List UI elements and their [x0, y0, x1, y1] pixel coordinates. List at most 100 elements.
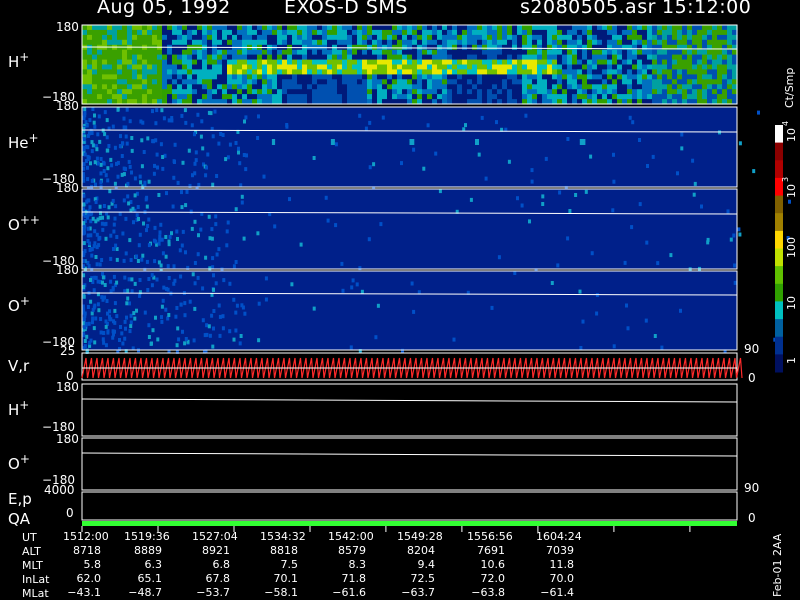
h-cell — [667, 25, 673, 31]
h-cell — [582, 89, 588, 95]
h-cell — [702, 29, 708, 36]
h-cell — [452, 69, 458, 75]
ion-cell — [196, 275, 200, 280]
ion-cell — [122, 116, 126, 121]
h-cell — [522, 54, 528, 61]
h-cell — [637, 64, 643, 70]
ion-cell — [234, 260, 238, 264]
h-cell — [542, 39, 548, 46]
ion-cell — [133, 281, 137, 286]
ephemeris-cell: 1534:32 — [260, 530, 306, 543]
ion-cell — [197, 182, 201, 187]
h-cell — [282, 79, 288, 85]
h-cell — [547, 74, 553, 80]
h-cell — [182, 39, 188, 46]
h-cell — [487, 69, 493, 75]
h-cell — [357, 39, 363, 46]
h-cell — [332, 29, 338, 36]
h-cell — [727, 74, 733, 80]
h-cell — [282, 29, 288, 36]
h-cell — [377, 39, 383, 46]
ion-cell — [207, 324, 211, 329]
h-cell — [437, 89, 443, 95]
ion-cell — [85, 334, 89, 339]
h-cell — [677, 89, 683, 95]
h-cell — [187, 69, 193, 75]
h-cell — [457, 94, 463, 100]
h-cell — [417, 64, 423, 70]
ephemeris-cell: 1549:28 — [397, 530, 443, 543]
h-cell — [497, 29, 503, 36]
h-cell — [472, 64, 478, 70]
h-cell — [332, 79, 338, 85]
h-cell — [727, 64, 733, 70]
h-cell — [407, 74, 413, 80]
h-cell — [472, 84, 478, 90]
ion-cell — [196, 112, 200, 117]
h-cell — [507, 79, 513, 85]
ion-cell — [595, 311, 599, 316]
h-cell — [567, 74, 573, 80]
h-cell — [677, 39, 683, 46]
h-cell — [87, 54, 93, 61]
h-cell — [597, 25, 603, 31]
h-cell — [417, 74, 423, 80]
h-cell — [222, 29, 228, 36]
h-cell — [427, 74, 433, 80]
ion-cell — [125, 301, 129, 306]
ion-cell — [143, 183, 147, 187]
h-cell — [402, 54, 408, 61]
h-cell — [312, 59, 318, 66]
ion-cell — [82, 253, 86, 258]
h-cell — [222, 74, 228, 80]
h-cell — [437, 44, 443, 51]
ion-cell — [91, 143, 95, 148]
h-cell — [477, 69, 483, 75]
h-cell — [382, 84, 388, 90]
h-cell — [427, 54, 433, 61]
ion-cell — [82, 137, 86, 142]
h-cell — [687, 44, 693, 51]
ion-cell — [190, 226, 194, 231]
h-cell — [582, 69, 588, 75]
h-cell — [662, 44, 668, 51]
h-cell — [642, 94, 648, 100]
h-cell — [317, 59, 323, 66]
ion-cell — [102, 340, 106, 345]
h-cell — [117, 79, 123, 85]
h-cell — [287, 29, 293, 36]
h-cell — [447, 89, 453, 95]
h-cell — [672, 54, 678, 61]
h-cell — [217, 79, 223, 85]
ion-cell — [288, 197, 291, 202]
ion-cell — [121, 231, 125, 236]
h-cell — [617, 44, 623, 51]
h-cell — [657, 74, 663, 80]
h-cell — [222, 34, 228, 41]
ion-cell — [145, 228, 148, 233]
h-cell — [537, 64, 543, 70]
h-cell — [447, 25, 453, 31]
h-cell — [342, 54, 348, 61]
h-cell — [672, 89, 678, 95]
h-cell — [342, 29, 348, 36]
h-cell — [632, 84, 638, 90]
h-cell — [337, 64, 343, 70]
h-cell — [387, 59, 393, 66]
h-cell — [267, 84, 273, 90]
h-cell — [382, 74, 388, 80]
h-cell — [97, 49, 103, 56]
h-cell — [212, 84, 218, 90]
h-cell — [567, 54, 573, 61]
h-cell — [222, 69, 228, 75]
h-cell — [187, 29, 193, 36]
h-cell — [197, 59, 203, 66]
h-cell — [507, 74, 513, 80]
h-cell — [242, 94, 248, 100]
h-cell — [87, 74, 93, 80]
h-cell — [242, 25, 248, 31]
ion-cell — [115, 314, 119, 319]
h-cell — [582, 29, 588, 36]
h-cell — [492, 25, 498, 31]
h-cell — [377, 94, 383, 100]
